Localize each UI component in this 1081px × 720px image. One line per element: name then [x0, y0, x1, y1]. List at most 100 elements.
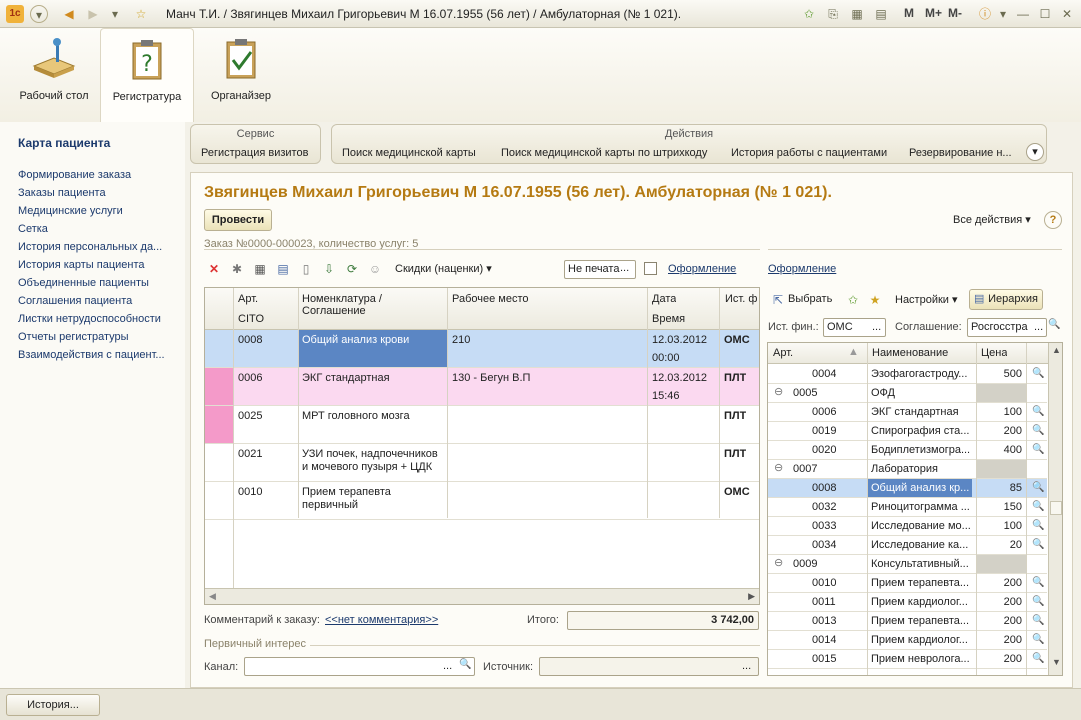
- menu-dropdown-icon[interactable]: ▾: [30, 5, 48, 23]
- col-time[interactable]: Время: [652, 313, 685, 326]
- channel-field[interactable]: ... 🔍: [244, 657, 475, 676]
- scroll-up-icon[interactable]: ▲: [1052, 345, 1061, 355]
- col-workplace[interactable]: Рабочее место: [452, 293, 529, 306]
- source-field[interactable]: ...: [539, 657, 759, 676]
- add-favorite-icon[interactable]: ✩: [800, 5, 818, 23]
- section-desktop[interactable]: Рабочий стол: [18, 28, 90, 122]
- horizontal-scrollbar[interactable]: ◀ ▶: [205, 588, 759, 604]
- col-cito[interactable]: CITO: [238, 313, 264, 326]
- catalog-row[interactable]: 0006 100 🔍 ЭКГ стандартная: [768, 403, 1047, 422]
- info-icon[interactable]: ⓘ: [976, 5, 994, 23]
- post-button[interactable]: Провести: [204, 209, 272, 231]
- search-card-button[interactable]: Поиск медицинской карты: [342, 147, 476, 159]
- row-search-icon[interactable]: 🔍: [1032, 405, 1044, 418]
- section-organizer[interactable]: Органайзер: [202, 28, 280, 122]
- row-search-icon[interactable]: 🔍: [1032, 633, 1044, 646]
- agreement-select-button[interactable]: ...: [1034, 321, 1044, 333]
- nav-link[interactable]: Сетка: [18, 223, 48, 235]
- visit-registration-button[interactable]: Регистрация визитов: [201, 147, 308, 159]
- catalog-row[interactable]: 0008 85 🔍 Общий анализ кр...: [768, 479, 1047, 498]
- catalog-row[interactable]: 0014 200 🔍 Прием кардиолог...: [768, 631, 1047, 650]
- channel-select-button[interactable]: ...: [443, 660, 452, 672]
- delete-icon[interactable]: ✕: [206, 261, 222, 277]
- grid-icon[interactable]: ▦: [252, 261, 268, 277]
- nav-link[interactable]: Медицинские услуги: [18, 205, 123, 217]
- row-search-icon[interactable]: 🔍: [1032, 443, 1044, 456]
- nav-link[interactable]: Соглашения пациента: [18, 295, 132, 307]
- user-icon[interactable]: ☺: [367, 261, 383, 277]
- hierarchy-button[interactable]: ▤ Иерархия: [969, 289, 1043, 310]
- col-art[interactable]: Арт.: [238, 293, 258, 306]
- col-price[interactable]: Цена: [981, 347, 1007, 360]
- print-select-button[interactable]: ...: [620, 262, 629, 274]
- catalog-row[interactable]: 0013 200 🔍 Прием терапевта...: [768, 612, 1047, 631]
- close-icon[interactable]: ✕: [1058, 5, 1076, 23]
- col-date[interactable]: Дата: [652, 293, 676, 306]
- section-registry[interactable]: ? Регистратура: [100, 28, 194, 122]
- settings-menu[interactable]: Настройки ▾: [895, 293, 958, 306]
- row-search-icon[interactable]: 🔍: [1032, 500, 1044, 513]
- favorites-star-icon[interactable]: ☆: [132, 5, 150, 23]
- row-search-icon[interactable]: 🔍: [1032, 519, 1044, 532]
- discounts-menu[interactable]: Скидки (наценки) ▾: [395, 262, 492, 275]
- catalog-vertical-scrollbar[interactable]: ▲ ▼: [1048, 343, 1062, 675]
- ambulance-icon[interactable]: ✱: [229, 261, 245, 277]
- scroll-down-icon[interactable]: ▼: [1052, 657, 1061, 667]
- table-row[interactable]: 0025 МРТ головного мозга ПЛТ: [205, 406, 759, 444]
- row-search-icon[interactable]: 🔍: [1032, 481, 1044, 494]
- row-search-icon[interactable]: 🔍: [1032, 424, 1044, 437]
- channel-search-icon[interactable]: 🔍: [459, 659, 471, 670]
- catalog-row[interactable]: 0032 150 🔍 Риноцитограмма ...: [768, 498, 1047, 517]
- catalog-row[interactable]: 0015 200 🔍 Прием невролога...: [768, 650, 1047, 669]
- nav-link[interactable]: Объединенные пациенты: [18, 277, 149, 289]
- col-source[interactable]: Ист. ф: [725, 293, 759, 306]
- reservation-button[interactable]: Резервирование н...: [909, 147, 1012, 159]
- add-favorite-icon[interactable]: ✩: [845, 292, 861, 308]
- fin-source-select-button[interactable]: ...: [872, 321, 881, 333]
- info-dropdown-icon[interactable]: ▾: [994, 5, 1012, 23]
- scroll-right-icon[interactable]: ▶: [748, 591, 755, 602]
- nav-link[interactable]: Заказы пациента: [18, 187, 106, 199]
- row-search-icon[interactable]: 🔍: [1032, 576, 1044, 589]
- minimize-icon[interactable]: —: [1014, 5, 1032, 23]
- collapse-icon[interactable]: ⊖: [774, 557, 783, 570]
- memory-mminus-button[interactable]: M-: [948, 6, 962, 20]
- catalog-row[interactable]: 0019 200 🔍 Спирография ста...: [768, 422, 1047, 441]
- catalog-row[interactable]: 0004 500 🔍 Эзофагогастроду...: [768, 365, 1047, 384]
- source-select-button[interactable]: ...: [742, 660, 751, 672]
- table-row[interactable]: 0021 УЗИ почек, надпочечников и мочевого…: [205, 444, 759, 482]
- nav-link[interactable]: История персональных да...: [18, 241, 162, 253]
- move-down-icon[interactable]: ⇩: [321, 261, 337, 277]
- refresh-icon[interactable]: ⟳: [344, 261, 360, 277]
- catalog-row[interactable]: 0011 200 🔍 Прием кардиолог...: [768, 593, 1047, 612]
- row-search-icon[interactable]: 🔍: [1032, 367, 1044, 380]
- maximize-icon[interactable]: ☐: [1036, 5, 1054, 23]
- row-search-icon[interactable]: 🔍: [1032, 652, 1044, 665]
- scroll-thumb[interactable]: [1050, 501, 1062, 515]
- comment-link[interactable]: <<нет комментария>>: [325, 614, 438, 626]
- collapse-icon[interactable]: ⊖: [774, 386, 783, 399]
- collapse-icon[interactable]: ⊖: [774, 462, 783, 475]
- nav-link[interactable]: Отчеты регистратуры: [18, 331, 129, 343]
- history-dropdown-icon[interactable]: ▾: [106, 5, 124, 23]
- document-icon[interactable]: ▯: [298, 261, 314, 277]
- search-card-barcode-button[interactable]: Поиск медицинской карты по штрихкоду: [501, 147, 707, 159]
- catalog-row[interactable]: 0033 100 🔍 Исследование мо...: [768, 517, 1047, 536]
- catalog-row[interactable]: 0034 20 🔍 Исследование ка...: [768, 536, 1047, 555]
- catalog-group-row[interactable]: ⊖ 0007 Лаборатория: [768, 460, 1047, 479]
- table-row[interactable]: 0008 Общий анализ крови 210 12.03.2012 0…: [205, 330, 759, 368]
- fin-source-field[interactable]: ОМС ...: [823, 318, 886, 337]
- favorites-icon[interactable]: ★: [867, 292, 883, 308]
- all-actions-menu[interactable]: Все действия ▾: [953, 213, 1031, 226]
- catalog-row[interactable]: 0010 200 🔍 Прием терапевта...: [768, 574, 1047, 593]
- catalog-row[interactable]: 0020 400 🔍 Бодиплетизмогра...: [768, 441, 1047, 460]
- catalog-group-row[interactable]: ⊖ 0009 Консультативный...: [768, 555, 1047, 574]
- history-button[interactable]: История...: [6, 694, 100, 716]
- agreement-search-icon[interactable]: 🔍: [1048, 319, 1060, 330]
- row-search-icon[interactable]: 🔍: [1032, 595, 1044, 608]
- calendar-icon[interactable]: ▤: [872, 5, 890, 23]
- col-art[interactable]: Арт.: [773, 347, 793, 360]
- catalog-design-link[interactable]: Оформление: [768, 263, 836, 275]
- nav-link[interactable]: История карты пациента: [18, 259, 145, 271]
- memory-mplus-button[interactable]: M+: [925, 6, 942, 20]
